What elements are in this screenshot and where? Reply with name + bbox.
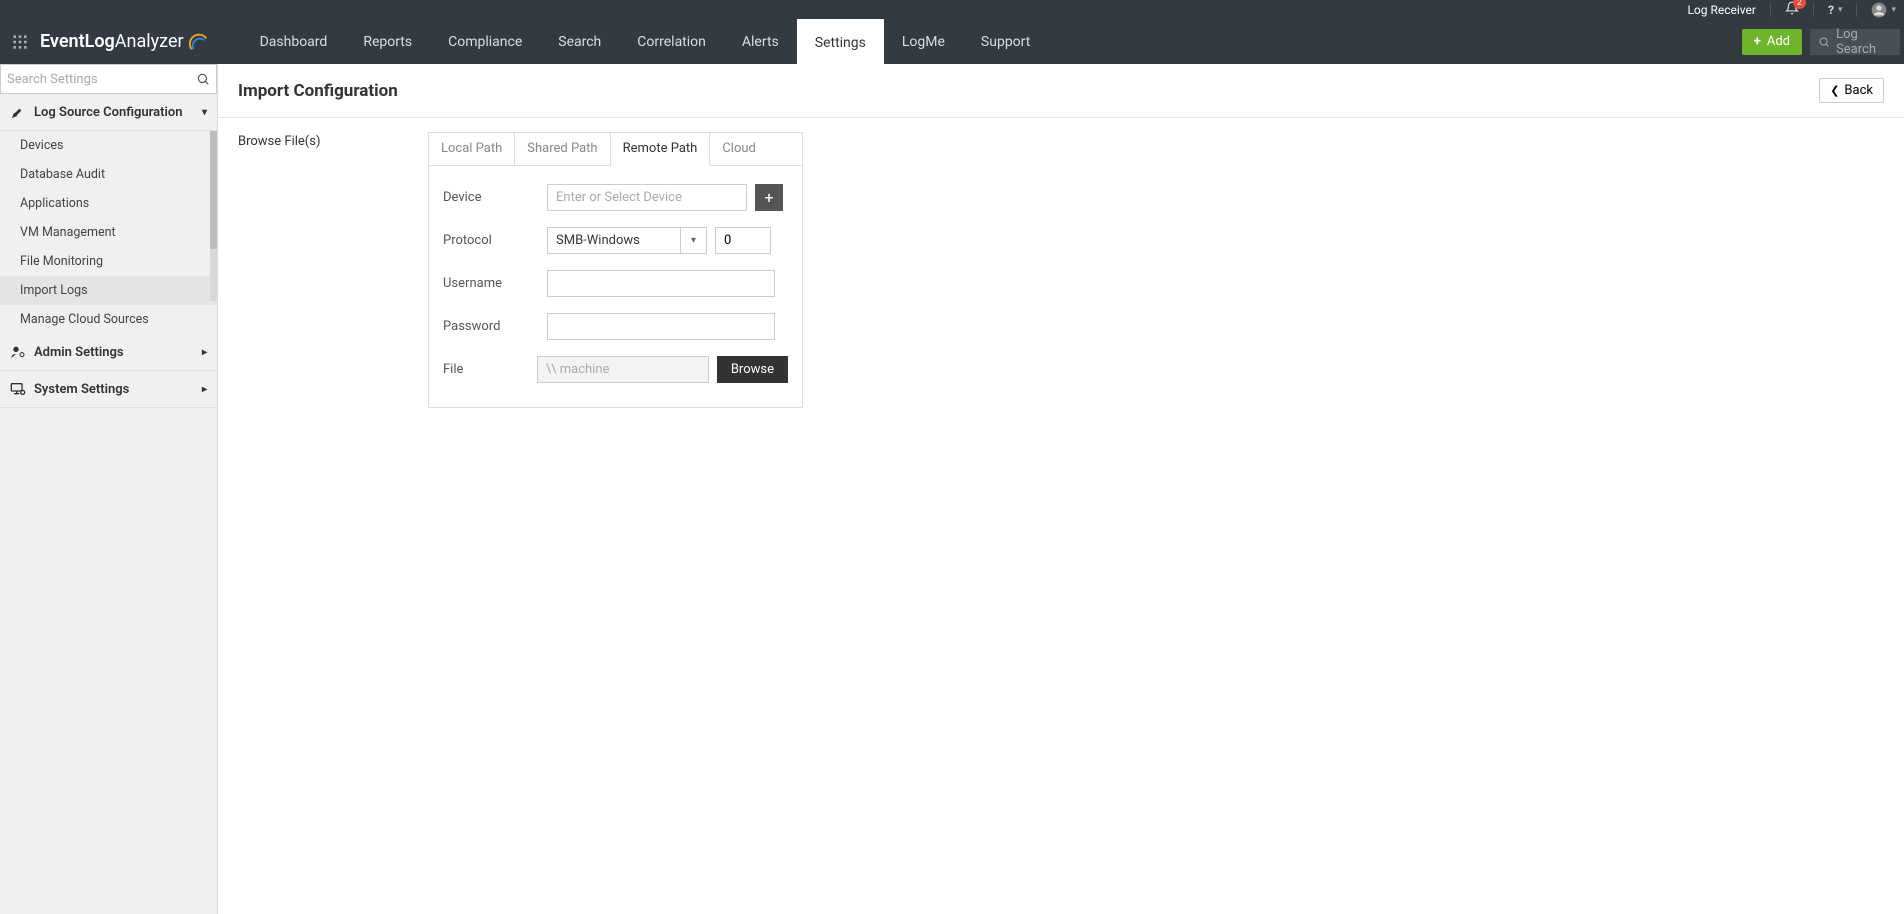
log-search-placeholder: Log Search bbox=[1836, 27, 1892, 57]
sidebar-item-applications[interactable]: Applications bbox=[0, 189, 217, 218]
sidebar-section-admin[interactable]: Admin Settings ▸ bbox=[0, 334, 217, 371]
path-tab-cloud[interactable]: Cloud bbox=[710, 133, 768, 165]
nav-tab-settings[interactable]: Settings bbox=[797, 19, 884, 64]
path-tabs: Local PathShared PathRemote PathCloud bbox=[429, 133, 802, 166]
notification-badge: 2 bbox=[1793, 0, 1806, 9]
sidebar-section-label: Admin Settings bbox=[34, 345, 124, 360]
brand-logo[interactable]: EventLog Analyzer bbox=[40, 19, 222, 64]
chevron-down-icon: ▾ bbox=[1838, 5, 1843, 15]
chevron-down-icon: ▾ bbox=[680, 228, 706, 253]
main-navbar: EventLog Analyzer DashboardReportsCompli… bbox=[0, 19, 1904, 64]
row-device: Device + bbox=[443, 184, 788, 211]
import-form-card: Local PathShared PathRemote PathCloud De… bbox=[428, 132, 803, 408]
password-input[interactable] bbox=[547, 313, 775, 340]
plus-icon: + bbox=[764, 188, 773, 207]
sidebar-section-log-source[interactable]: Log Source Configuration ▾ bbox=[0, 94, 217, 131]
back-button[interactable]: ❮ Back bbox=[1819, 78, 1884, 103]
file-label: File bbox=[443, 362, 537, 377]
brand-part2: Analyzer bbox=[115, 31, 184, 52]
nav-tab-support[interactable]: Support bbox=[963, 19, 1048, 64]
add-device-button[interactable]: + bbox=[755, 184, 783, 211]
port-input[interactable] bbox=[715, 227, 771, 254]
user-icon bbox=[1871, 2, 1887, 18]
form-body: Device + Protocol SMB-Wi bbox=[429, 166, 802, 407]
help-menu[interactable]: ? ▾ bbox=[1828, 3, 1843, 17]
nav-tab-alerts[interactable]: Alerts bbox=[724, 19, 797, 64]
search-settings-box[interactable] bbox=[0, 64, 217, 94]
username-label: Username bbox=[443, 276, 547, 291]
chevron-right-icon: ▸ bbox=[202, 347, 207, 358]
browse-button[interactable]: Browse bbox=[717, 356, 788, 383]
chevron-right-icon: ▸ bbox=[202, 384, 207, 395]
add-label: Add bbox=[1767, 34, 1790, 49]
chevron-left-icon: ❮ bbox=[1830, 84, 1839, 97]
sidebar-item-file-monitoring[interactable]: File Monitoring bbox=[0, 247, 217, 276]
divider bbox=[1770, 3, 1771, 17]
nav-tab-correlation[interactable]: Correlation bbox=[619, 19, 724, 64]
settings-sidebar: Log Source Configuration ▾ DevicesDataba… bbox=[0, 64, 218, 914]
nav-tab-dashboard[interactable]: Dashboard bbox=[242, 19, 346, 64]
notifications-button[interactable]: 2 bbox=[1785, 1, 1799, 18]
file-path-input[interactable] bbox=[537, 356, 709, 383]
browse-files-label: Browse File(s) bbox=[238, 132, 428, 408]
log-search-box[interactable]: Log Search bbox=[1810, 29, 1900, 55]
back-label: Back bbox=[1844, 83, 1873, 98]
chevron-down-icon: ▾ bbox=[202, 107, 207, 118]
search-settings-input[interactable] bbox=[7, 72, 196, 87]
divider bbox=[1813, 3, 1814, 17]
main-content: Import Configuration ❮ Back Browse File(… bbox=[218, 64, 1904, 914]
device-input[interactable] bbox=[547, 184, 747, 211]
nav-tab-search[interactable]: Search bbox=[540, 19, 619, 64]
monitor-cog-icon bbox=[10, 381, 26, 397]
browse-label: Browse bbox=[731, 362, 774, 377]
row-protocol: Protocol SMB-Windows ▾ bbox=[443, 227, 788, 254]
row-username: Username bbox=[443, 270, 788, 297]
brand-part1: EventLog bbox=[40, 31, 115, 52]
help-icon: ? bbox=[1828, 3, 1834, 17]
username-input[interactable] bbox=[547, 270, 775, 297]
content-row: Browse File(s) Local PathShared PathRemo… bbox=[218, 118, 1904, 422]
sidebar-section-system[interactable]: System Settings ▸ bbox=[0, 371, 217, 408]
protocol-label: Protocol bbox=[443, 233, 547, 248]
protocol-select[interactable]: SMB-Windows ▾ bbox=[547, 227, 707, 254]
row-password: Password bbox=[443, 313, 788, 340]
tools-icon bbox=[10, 104, 26, 120]
nav-tab-reports[interactable]: Reports bbox=[345, 19, 430, 64]
plus-icon: + bbox=[1754, 34, 1761, 49]
chevron-down-icon: ▾ bbox=[1891, 5, 1896, 15]
nav-tab-compliance[interactable]: Compliance bbox=[430, 19, 540, 64]
user-menu[interactable]: ▾ bbox=[1871, 2, 1896, 18]
scrollbar-thumb[interactable] bbox=[210, 131, 217, 249]
protocol-value: SMB-Windows bbox=[556, 233, 640, 248]
sidebar-item-import-logs[interactable]: Import Logs bbox=[0, 276, 217, 305]
path-tab-local-path[interactable]: Local Path bbox=[429, 133, 515, 165]
nav-right-actions: + Add Log Search bbox=[1742, 19, 1904, 64]
sidebar-item-database-audit[interactable]: Database Audit bbox=[0, 160, 217, 189]
sidebar-item-devices[interactable]: Devices bbox=[0, 131, 217, 160]
top-utility-bar: Log Receiver 2 ? ▾ ▾ bbox=[0, 0, 1904, 19]
path-tab-remote-path[interactable]: Remote Path bbox=[611, 133, 711, 166]
row-file: File Browse bbox=[443, 356, 788, 383]
search-icon bbox=[196, 72, 210, 86]
apps-grid-icon bbox=[12, 34, 28, 50]
password-label: Password bbox=[443, 319, 547, 334]
nav-tab-logme[interactable]: LogMe bbox=[884, 19, 963, 64]
page-header: Import Configuration ❮ Back bbox=[218, 64, 1904, 118]
path-tab-shared-path[interactable]: Shared Path bbox=[515, 133, 610, 165]
log-receiver-link[interactable]: Log Receiver bbox=[1687, 3, 1756, 17]
sidebar-section-label: Log Source Configuration bbox=[34, 105, 182, 120]
device-label: Device bbox=[443, 190, 547, 205]
page-title: Import Configuration bbox=[238, 81, 398, 101]
brand-arc-icon bbox=[188, 31, 210, 53]
apps-grid-button[interactable] bbox=[0, 19, 40, 64]
user-cog-icon bbox=[10, 344, 26, 360]
sidebar-item-vm-management[interactable]: VM Management bbox=[0, 218, 217, 247]
search-icon bbox=[1818, 35, 1830, 49]
nav-tabs: DashboardReportsComplianceSearchCorrelat… bbox=[242, 19, 1049, 64]
sidebar-items-log-source: DevicesDatabase AuditApplicationsVM Mana… bbox=[0, 131, 217, 334]
add-button[interactable]: + Add bbox=[1742, 29, 1802, 55]
sidebar-item-manage-cloud-sources[interactable]: Manage Cloud Sources bbox=[0, 305, 217, 334]
divider bbox=[1856, 3, 1857, 17]
sidebar-section-label: System Settings bbox=[34, 382, 129, 397]
